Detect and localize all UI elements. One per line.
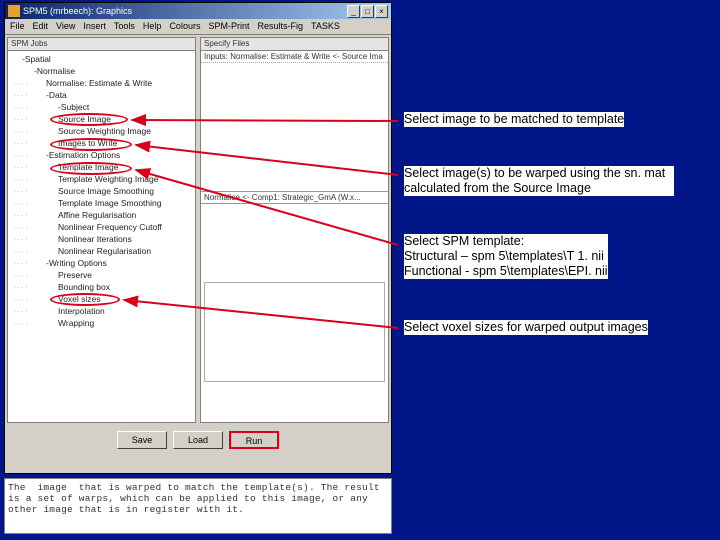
tree-item[interactable]: Affine Regularisation (10, 209, 193, 221)
maximize-button[interactable]: □ (361, 5, 374, 18)
annotation-3-l3: Functional - spm 5\templates\EPI. nii (404, 264, 608, 278)
tree-item[interactable]: Template Image (10, 161, 193, 173)
left-pane-header: SPM Jobs (7, 37, 196, 51)
tree-item[interactable]: Template Image Smoothing (10, 197, 193, 209)
tree-item[interactable]: -Data (10, 89, 193, 101)
titlebar[interactable]: SPM5 (mrbeech): Graphics _ □ × (5, 3, 391, 19)
menu-spmprint[interactable]: SPM-Print (208, 21, 249, 32)
tree-item[interactable]: -Spatial (10, 53, 193, 65)
tree-item[interactable]: -Writing Options (10, 257, 193, 269)
tree-item[interactable]: Preserve (10, 269, 193, 281)
annotation-2: Select image(s) to be warped using the s… (404, 166, 674, 196)
right-pane-header: Specify Files (200, 37, 389, 51)
window-title: SPM5 (mrbeech): Graphics (23, 6, 347, 16)
menu-help[interactable]: Help (143, 21, 162, 32)
tree-item[interactable]: Voxel sizes (10, 293, 193, 305)
menu-file[interactable]: File (10, 21, 25, 32)
close-button[interactable]: × (375, 5, 388, 18)
tree-item[interactable]: Source Image (10, 113, 193, 125)
values-listbox[interactable] (204, 282, 385, 382)
values-header: Inputs: Normalise: Estimate & Write <- S… (201, 51, 388, 63)
button-row: Save Load Run (5, 425, 391, 453)
annotation-3-l2: Structural – spm 5\templates\T 1. nii (404, 249, 604, 263)
annotation-1: Select image to be matched to template (404, 112, 624, 127)
tree-item[interactable]: -Subject (10, 101, 193, 113)
help-text: The image that is warped to match the te… (4, 478, 392, 534)
tree-item[interactable]: Wrapping (10, 317, 193, 329)
values-panel: Inputs: Normalise: Estimate & Write <- S… (200, 51, 389, 423)
menu-tasks[interactable]: TASKS (311, 21, 340, 32)
menu-colours[interactable]: Colours (169, 21, 200, 32)
app-icon (8, 5, 20, 17)
tree-item[interactable]: Normalise: Estimate & Write (10, 77, 193, 89)
spm-window: SPM5 (mrbeech): Graphics _ □ × File Edit… (4, 2, 392, 474)
run-button[interactable]: Run (229, 431, 279, 449)
annotation-3-l1: Select SPM template: (404, 234, 524, 248)
tree-item[interactable]: Interpolation (10, 305, 193, 317)
left-pane: SPM Jobs -Spatial-NormaliseNormalise: Es… (7, 37, 196, 423)
menu-edit[interactable]: Edit (33, 21, 49, 32)
tree-item[interactable]: Images to Write (10, 137, 193, 149)
annotation-3: Select SPM template: Structural – spm 5\… (404, 234, 608, 279)
right-pane: Specify Files Inputs: Normalise: Estimat… (200, 37, 389, 423)
menu-insert[interactable]: Insert (83, 21, 106, 32)
menubar: File Edit View Insert Tools Help Colours… (5, 19, 391, 35)
minimize-button[interactable]: _ (347, 5, 360, 18)
menu-resultsfig[interactable]: Results-Fig (257, 21, 303, 32)
tree-item[interactable]: -Normalise (10, 65, 193, 77)
load-button[interactable]: Load (173, 431, 223, 449)
annotation-4: Select voxel sizes for warped output ima… (404, 320, 648, 335)
tree-item[interactable]: Source Weighting Image (10, 125, 193, 137)
tree-item[interactable]: Source Image Smoothing (10, 185, 193, 197)
job-tree[interactable]: -Spatial-NormaliseNormalise: Estimate & … (7, 51, 196, 423)
save-button[interactable]: Save (117, 431, 167, 449)
tree-item[interactable]: Template Weighting Image (10, 173, 193, 185)
menu-view[interactable]: View (56, 21, 75, 32)
tree-item[interactable]: Nonlinear Iterations (10, 233, 193, 245)
values-subheader: Normalise <- Comp1: Strategic_GmA (W.x..… (201, 191, 388, 204)
tree-item[interactable]: Nonlinear Regularisation (10, 245, 193, 257)
tree-item[interactable]: -Estimation Options (10, 149, 193, 161)
tree-item[interactable]: Bounding box (10, 281, 193, 293)
tree-item[interactable]: Nonlinear Frequency Cutoff (10, 221, 193, 233)
menu-tools[interactable]: Tools (114, 21, 135, 32)
